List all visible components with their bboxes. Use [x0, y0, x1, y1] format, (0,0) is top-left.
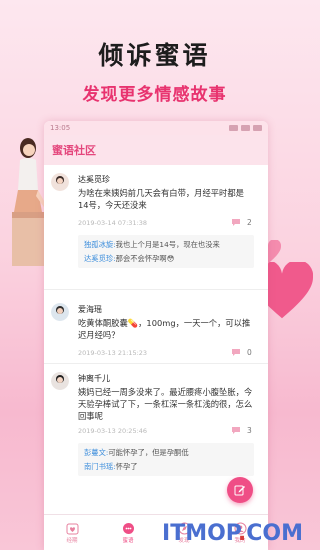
status-bar: 13:05 — [44, 121, 268, 135]
reply-item[interactable]: 达奚觅珍:那会不会怀孕啊😳 — [84, 253, 248, 264]
comment-icon[interactable] — [231, 348, 241, 357]
comment-icon[interactable] — [231, 426, 241, 435]
status-time: 13:05 — [50, 124, 71, 132]
comment-count: 3 — [247, 426, 252, 435]
reply-item[interactable]: 彭蔓文:可能怀孕了，但是孕酮低 — [84, 447, 248, 458]
avatar[interactable] — [51, 173, 69, 191]
app-header: 蜜语社区 — [44, 135, 268, 165]
calendar-heart-icon — [66, 523, 78, 534]
comment-count: 0 — [247, 348, 252, 357]
status-icons — [229, 125, 262, 131]
avatar[interactable] — [51, 372, 69, 390]
reply-text: 那会不会怀孕啊😳 — [115, 254, 175, 263]
reply-username[interactable]: 南门书瑶: — [84, 462, 116, 471]
compose-button[interactable] — [227, 477, 253, 503]
comment-icon[interactable] — [231, 218, 241, 227]
comment-count: 2 — [247, 218, 252, 227]
reply-item[interactable]: 独孤冰旋:我也上个月是14号，现在也没来 — [84, 239, 248, 250]
tab-period[interactable]: 经期 — [52, 522, 92, 544]
post-feed[interactable]: 达奚觅珍 为啥在来姨妈前几天会有白带，月经平时都是14号，今天还没来 2019-… — [44, 165, 268, 514]
post-username[interactable]: 钟离千儿 — [78, 373, 110, 384]
reply-username[interactable]: 达奚觅珍: — [84, 254, 116, 263]
reply-username[interactable]: 独孤冰旋: — [84, 240, 116, 249]
watermark-dot: . — [237, 521, 247, 546]
chat-bubble-icon — [122, 522, 134, 534]
post-username[interactable]: 达奚觅珍 — [78, 174, 110, 185]
post-timestamp: 2019-03-14 07:31:38 — [78, 219, 148, 227]
watermark-tld: COM — [246, 521, 303, 546]
avatar[interactable] — [51, 303, 69, 321]
reply-item[interactable]: 南门书瑶:怀孕了 — [84, 461, 248, 472]
reply-text: 我也上个月是14号，现在也没来 — [115, 240, 220, 249]
reply-list: 独孤冰旋:我也上个月是14号，现在也没来 达奚觅珍:那会不会怀孕啊😳 — [78, 235, 254, 268]
reply-text: 可能怀孕了，但是孕酮低 — [108, 448, 189, 457]
reply-text: 怀孕了 — [115, 462, 138, 471]
post-username[interactable]: 爱海瑶 — [78, 304, 102, 315]
promo-title: 倾诉蜜语 — [98, 41, 211, 70]
promo-subtitle: 发现更多情感故事 — [82, 85, 227, 105]
site-watermark: ITMOP.COM — [162, 521, 303, 546]
divider — [44, 363, 268, 364]
post-content[interactable]: 为啥在来姨妈前几天会有白带，月经平时都是14号，今天还没来 — [78, 187, 254, 211]
divider — [44, 289, 268, 290]
tab-label: 经期 — [66, 537, 78, 544]
reply-username[interactable]: 彭蔓文: — [84, 448, 108, 457]
watermark-main: ITMOP — [162, 521, 238, 546]
app-title: 蜜语社区 — [52, 144, 96, 157]
phone-screen: 13:05 蜜语社区 达奚觅珍 为啥在来姨妈前几天会有白带，月经平时都是14号，… — [44, 121, 268, 550]
tab-miyu[interactable]: 蜜语 — [108, 522, 148, 544]
post-content[interactable]: 姨妈已经一周多没来了。最近腰疼小腹坠胀，今天验孕棒试了下，一条杠深一条杠浅的很，… — [78, 386, 254, 422]
post-timestamp: 2019-03-13 20:25:46 — [78, 427, 148, 435]
post-content[interactable]: 吃黄体酮胶囊💊，100mg，一天一个，可以推迟月经吗？ — [78, 317, 254, 341]
edit-icon — [234, 485, 245, 496]
reply-list: 彭蔓文:可能怀孕了，但是孕酮低 南门书瑶:怀孕了 — [78, 443, 254, 476]
post-timestamp: 2019-03-13 21:15:23 — [78, 349, 148, 357]
tab-label: 蜜语 — [122, 537, 134, 544]
